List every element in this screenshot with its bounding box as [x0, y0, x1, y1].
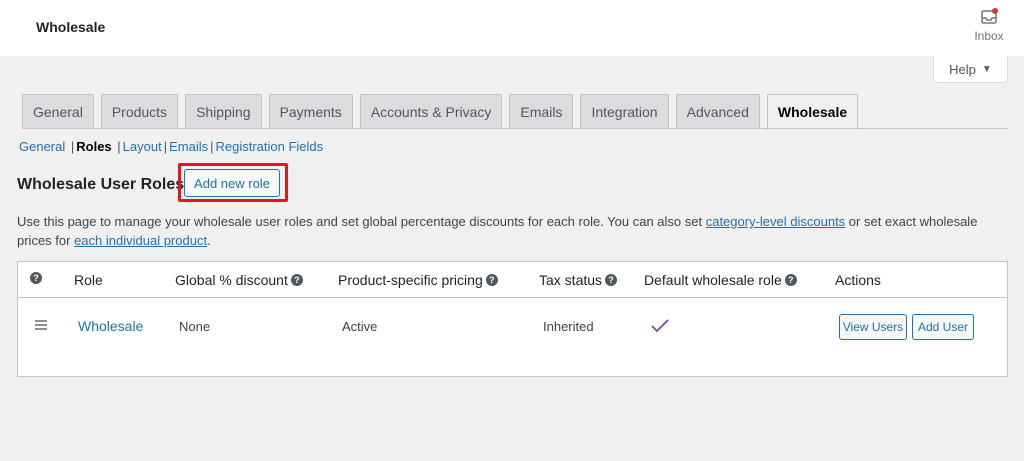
tab-wholesale[interactable]: Wholesale [766, 94, 859, 130]
subnav-separator: | [67, 139, 75, 154]
header-product-pricing: Product-specific pricing ? [338, 272, 498, 288]
tab-integration[interactable]: Integration [580, 94, 669, 129]
header-help: ? [30, 272, 42, 284]
subnav-general[interactable]: General [19, 139, 65, 154]
table-header: ? Role Global % discount ? Product-speci… [18, 262, 1007, 298]
help-icon[interactable]: ? [30, 272, 42, 284]
drag-handle-icon[interactable] [35, 320, 47, 332]
add-new-role-button[interactable]: Add new role [184, 169, 280, 197]
header-role: Role [74, 272, 103, 288]
page-title: Wholesale [36, 19, 106, 35]
subnav-registration-fields[interactable]: Registration Fields [216, 139, 324, 154]
top-bar: Wholesale Inbox [0, 0, 1024, 56]
inbox-label: Inbox [974, 29, 1004, 43]
category-level-discounts-link[interactable]: category-level discounts [706, 214, 845, 229]
header-label: Actions [835, 272, 881, 288]
role-name-link[interactable]: Wholesale [78, 318, 143, 334]
subnav-separator: | [163, 139, 168, 154]
view-users-button[interactable]: View Users [839, 314, 907, 340]
header-tax-status: Tax status ? [539, 272, 618, 288]
tab-accounts-privacy[interactable]: Accounts & Privacy [359, 94, 503, 129]
help-icon[interactable]: ? [605, 274, 618, 286]
header-default-role: Default wholesale role ? [644, 272, 797, 288]
help-icon[interactable]: ? [290, 274, 303, 286]
description-text: Use this page to manage your wholesale u… [17, 214, 706, 229]
global-discount-value: None [179, 319, 211, 334]
subnav-layout[interactable]: Layout [123, 139, 162, 154]
tab-products[interactable]: Products [100, 94, 179, 129]
tab-shipping[interactable]: Shipping [185, 94, 262, 129]
help-button[interactable]: Help ▼ [933, 56, 1008, 83]
help-icon[interactable]: ? [485, 274, 498, 286]
inbox-button[interactable]: Inbox [966, 8, 1012, 43]
description-text: . [207, 233, 211, 248]
tax-status-value: Inherited [543, 319, 594, 334]
header-global-discount: Global % discount ? [175, 272, 303, 288]
tab-divider [22, 128, 1008, 129]
subnav-roles[interactable]: Roles [76, 139, 111, 154]
settings-tabs: General Products Shipping Payments Accou… [22, 94, 859, 130]
header-label: Tax status [539, 272, 603, 288]
header-label: Product-specific pricing [338, 272, 483, 288]
help-icon[interactable]: ? [784, 274, 797, 286]
checkmark-icon [651, 319, 669, 333]
subnav-separator: | [113, 139, 121, 154]
header-actions: Actions [835, 272, 881, 288]
section-heading: Wholesale User Roles [17, 176, 185, 193]
tab-advanced[interactable]: Advanced [675, 94, 760, 129]
tab-general[interactable]: General [22, 94, 94, 129]
help-label: Help [949, 61, 976, 77]
subnav-separator: | [210, 139, 214, 154]
header-label: Global % discount [175, 272, 288, 288]
tab-payments[interactable]: Payments [268, 94, 353, 129]
subnav-emails[interactable]: Emails [169, 139, 208, 154]
roles-table: ? Role Global % discount ? Product-speci… [17, 261, 1008, 377]
header-label: Default wholesale role [644, 272, 782, 288]
each-individual-product-link[interactable]: each individual product [74, 233, 207, 248]
add-user-button[interactable]: Add User [912, 314, 974, 340]
caret-down-icon: ▼ [981, 63, 992, 75]
tab-emails[interactable]: Emails [509, 94, 574, 129]
inbox-icon [981, 8, 998, 24]
page-description: Use this page to manage your wholesale u… [17, 212, 1007, 250]
sub-navigation: General | Roles | Layout | Emails | Regi… [19, 139, 323, 154]
pricing-value: Active [342, 319, 378, 334]
header-label: Role [74, 272, 103, 288]
